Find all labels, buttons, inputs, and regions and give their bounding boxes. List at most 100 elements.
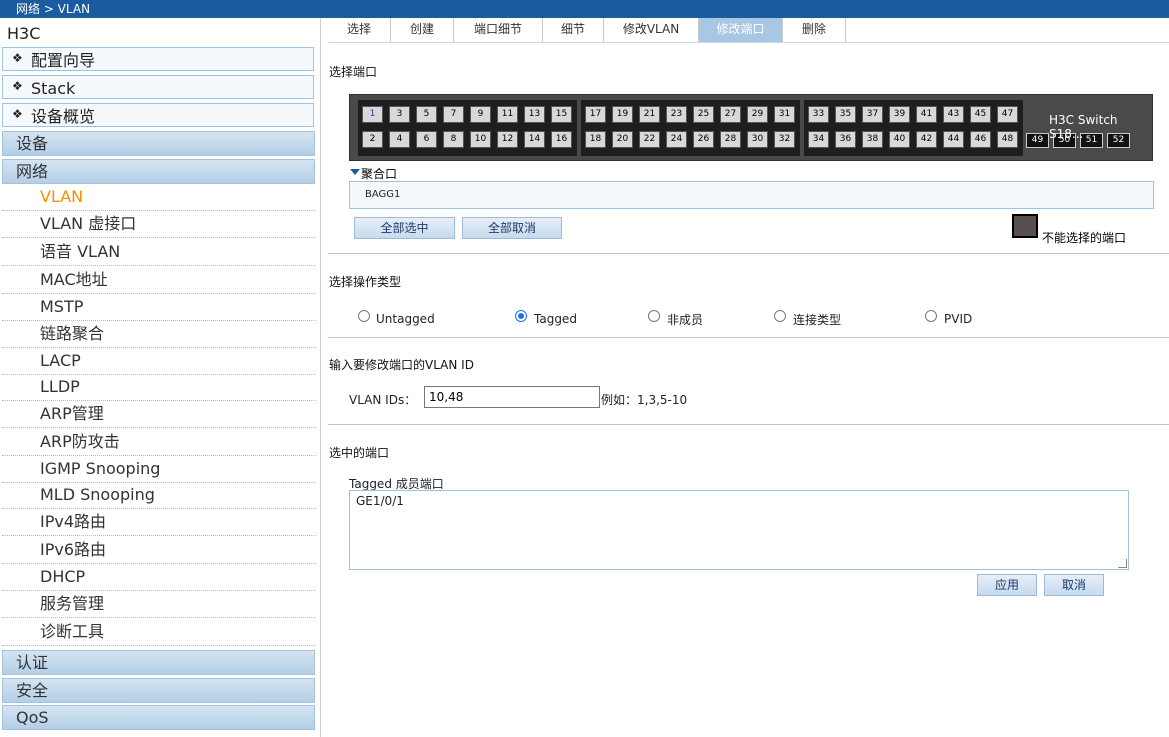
deselect-all-button[interactable]: 全部取消: [462, 217, 562, 239]
sidebar-item-ipv4-route[interactable]: IPv4路由: [2, 509, 316, 536]
radio-untagged-label[interactable]: Untagged: [376, 312, 435, 326]
port-16[interactable]: 16: [551, 131, 572, 148]
sidebar-wizard-config[interactable]: ❖ 配置向导: [2, 47, 314, 71]
port-41[interactable]: 41: [916, 106, 937, 123]
tab-create[interactable]: 创建: [391, 18, 454, 42]
radio-pvid[interactable]: [925, 310, 937, 322]
radio-untagged[interactable]: [358, 310, 370, 322]
port-49[interactable]: 49: [1026, 133, 1049, 148]
port-38[interactable]: 38: [862, 131, 883, 148]
port-27[interactable]: 27: [720, 106, 741, 123]
port-29[interactable]: 29: [747, 106, 768, 123]
sidebar-wizard-overview[interactable]: ❖ 设备概览: [2, 103, 314, 127]
tab-detail[interactable]: 细节: [543, 18, 604, 42]
sidebar-item-dhcp[interactable]: DHCP: [2, 564, 316, 591]
port-45[interactable]: 45: [970, 106, 991, 123]
aggregation-item-bagg1[interactable]: BAGG1: [365, 189, 400, 200]
radio-non-member[interactable]: [648, 310, 660, 322]
sidebar-item-arp-management[interactable]: ARP管理: [2, 401, 316, 428]
cancel-button[interactable]: 取消: [1044, 574, 1104, 596]
port-18[interactable]: 18: [585, 131, 606, 148]
port-35[interactable]: 35: [835, 106, 856, 123]
port-30[interactable]: 30: [747, 131, 768, 148]
port-28[interactable]: 28: [720, 131, 741, 148]
port-32[interactable]: 32: [774, 131, 795, 148]
radio-non-member-label[interactable]: 非成员: [667, 311, 703, 328]
sidebar-item-ipv6-route[interactable]: IPv6路由: [2, 537, 316, 564]
sidebar-category-device[interactable]: 设备: [2, 131, 315, 156]
tab-select[interactable]: 选择: [328, 18, 391, 42]
radio-tagged-label[interactable]: Tagged: [534, 312, 577, 326]
port-25[interactable]: 25: [693, 106, 714, 123]
sidebar-item-diagnostic[interactable]: 诊断工具: [2, 619, 316, 646]
port-39[interactable]: 39: [889, 106, 910, 123]
port-12[interactable]: 12: [497, 131, 518, 148]
radio-pvid-label[interactable]: PVID: [944, 312, 972, 326]
port-14[interactable]: 14: [524, 131, 545, 148]
sidebar-item-vlan-interface[interactable]: VLAN 虚接口: [2, 211, 316, 238]
port-22[interactable]: 22: [639, 131, 660, 148]
vlan-ids-input[interactable]: [424, 386, 600, 408]
port-44[interactable]: 44: [943, 131, 964, 148]
port-40[interactable]: 40: [889, 131, 910, 148]
radio-tagged[interactable]: [515, 310, 527, 322]
port-20[interactable]: 20: [612, 131, 633, 148]
port-1[interactable]: 1: [362, 106, 383, 123]
port-24[interactable]: 24: [666, 131, 687, 148]
sidebar-item-service[interactable]: 服务管理: [2, 591, 316, 618]
sidebar-item-vlan[interactable]: VLAN: [2, 184, 316, 211]
sidebar-item-mld-snooping[interactable]: MLD Snooping: [2, 482, 316, 509]
sidebar-item-mstp[interactable]: MSTP: [2, 294, 316, 321]
port-11[interactable]: 11: [497, 106, 518, 123]
sidebar-wizard-stack[interactable]: ❖ Stack: [2, 75, 314, 99]
port-43[interactable]: 43: [943, 106, 964, 123]
port-48[interactable]: 48: [997, 131, 1018, 148]
select-all-button[interactable]: 全部选中: [354, 217, 455, 239]
sidebar-item-arp-attack[interactable]: ARP防攻击: [2, 429, 316, 456]
port-37[interactable]: 37: [862, 106, 883, 123]
port-23[interactable]: 23: [666, 106, 687, 123]
aggregation-label[interactable]: 聚合口: [361, 165, 397, 182]
port-42[interactable]: 42: [916, 131, 937, 148]
port-3[interactable]: 3: [389, 106, 410, 123]
tab-delete[interactable]: 删除: [783, 18, 846, 42]
port-7[interactable]: 7: [443, 106, 464, 123]
radio-link-type-label[interactable]: 连接类型: [793, 311, 841, 328]
sidebar-category-auth[interactable]: 认证: [2, 650, 315, 675]
port-33[interactable]: 33: [808, 106, 829, 123]
triangle-down-icon[interactable]: [350, 169, 360, 175]
port-4[interactable]: 4: [389, 131, 410, 148]
sidebar-item-voice-vlan[interactable]: 语音 VLAN: [2, 239, 316, 266]
port-21[interactable]: 21: [639, 106, 660, 123]
port-6[interactable]: 6: [416, 131, 437, 148]
port-34[interactable]: 34: [808, 131, 829, 148]
port-9[interactable]: 9: [470, 106, 491, 123]
port-5[interactable]: 5: [416, 106, 437, 123]
tagged-member-ports-textarea[interactable]: GE1/0/1: [349, 490, 1129, 570]
port-2[interactable]: 2: [362, 131, 383, 148]
port-10[interactable]: 10: [470, 131, 491, 148]
port-47[interactable]: 47: [997, 106, 1018, 123]
port-46[interactable]: 46: [970, 131, 991, 148]
resize-grip-icon[interactable]: [1118, 559, 1127, 568]
port-36[interactable]: 36: [835, 131, 856, 148]
tab-modify-vlan[interactable]: 修改VLAN: [604, 18, 699, 42]
port-31[interactable]: 31: [774, 106, 795, 123]
port-26[interactable]: 26: [693, 131, 714, 148]
sidebar-item-lldp[interactable]: LLDP: [2, 374, 316, 401]
sidebar-category-qos[interactable]: QoS: [2, 705, 315, 730]
port-8[interactable]: 8: [443, 131, 464, 148]
port-17[interactable]: 17: [585, 106, 606, 123]
radio-link-type[interactable]: [774, 310, 786, 322]
apply-button[interactable]: 应用: [977, 574, 1037, 596]
sidebar-item-igmp-snooping[interactable]: IGMP Snooping: [2, 456, 316, 483]
sidebar-item-mac[interactable]: MAC地址: [2, 267, 316, 294]
sidebar-category-network[interactable]: 网络: [2, 159, 315, 184]
tab-port-detail[interactable]: 端口细节: [454, 18, 543, 42]
port-19[interactable]: 19: [612, 106, 633, 123]
port-13[interactable]: 13: [524, 106, 545, 123]
port-15[interactable]: 15: [551, 106, 572, 123]
sidebar-item-lacp[interactable]: LACP: [2, 348, 316, 375]
sidebar-category-security[interactable]: 安全: [2, 678, 315, 703]
sidebar-item-link-aggregation[interactable]: 链路聚合: [2, 321, 316, 348]
